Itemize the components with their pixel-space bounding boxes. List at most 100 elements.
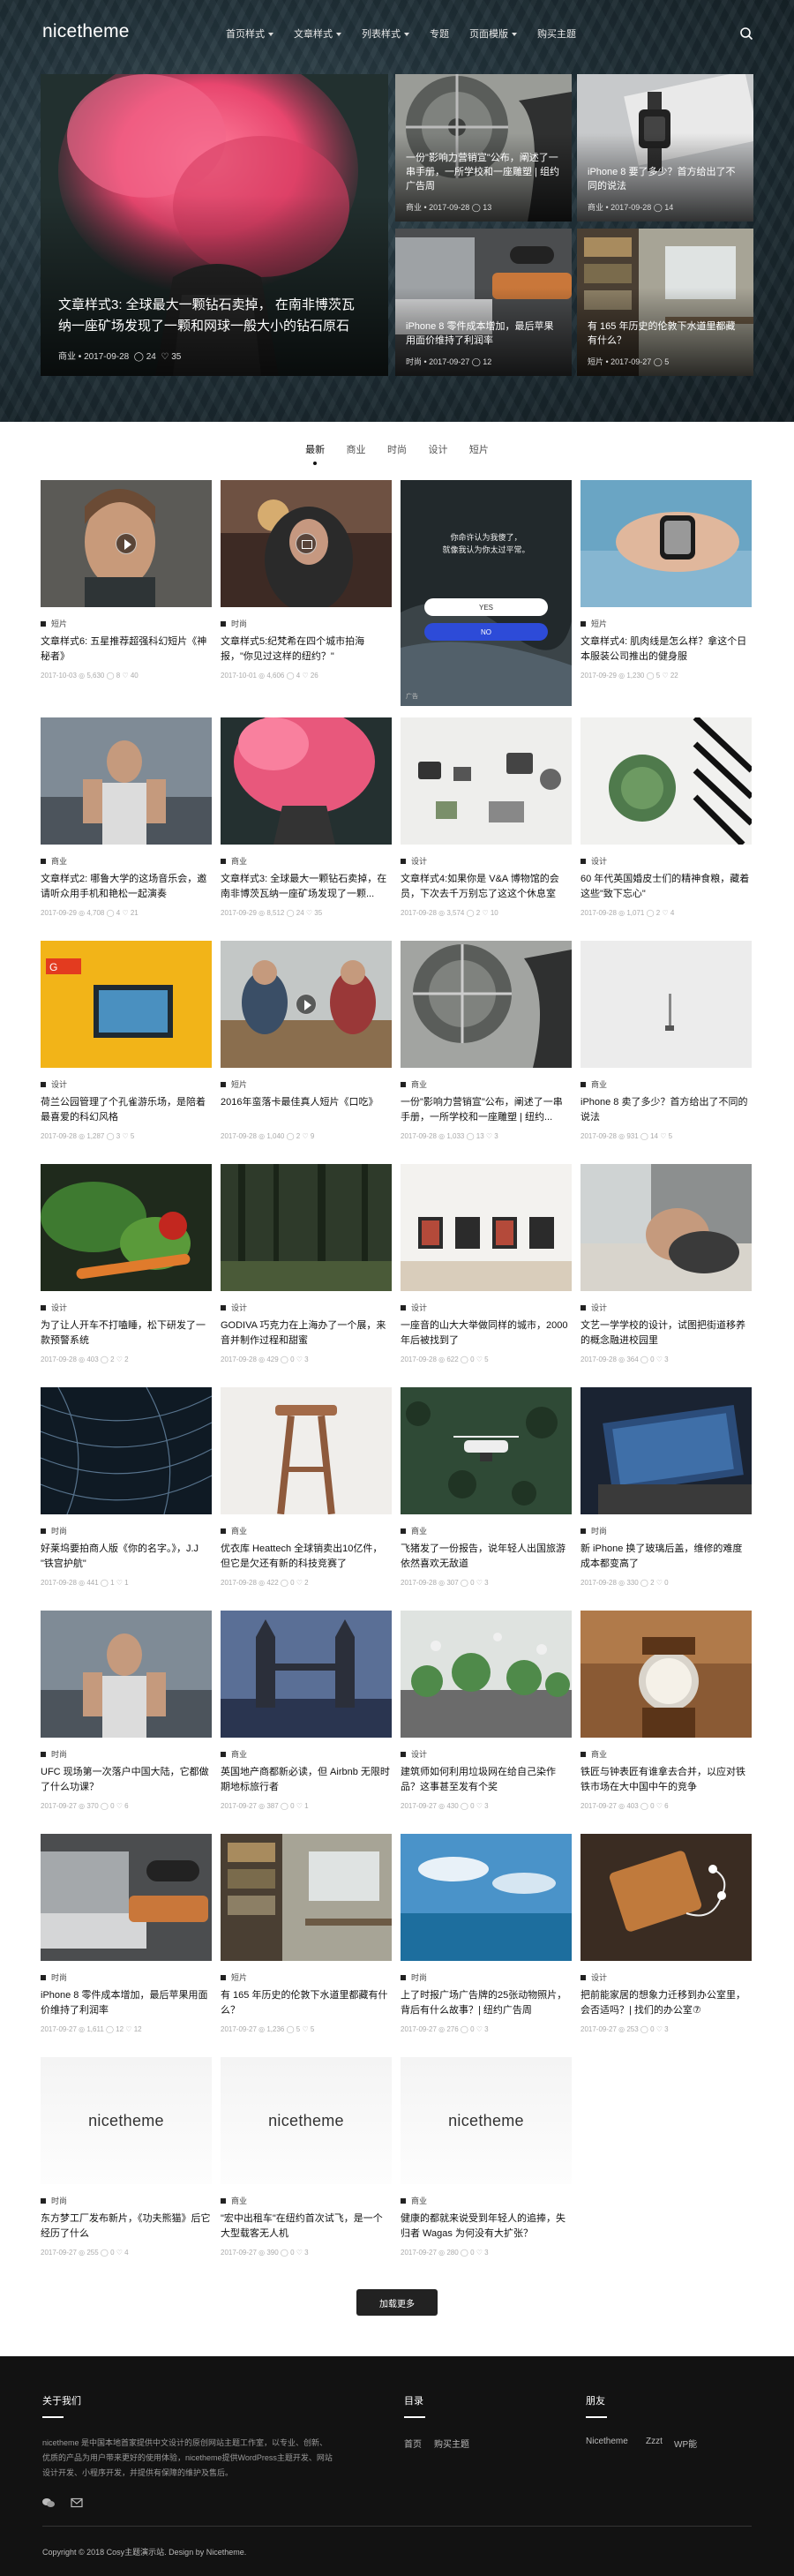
category-label[interactable]: 商业 bbox=[591, 1078, 607, 1090]
post-thumbnail[interactable] bbox=[401, 717, 572, 845]
category-label[interactable]: 商业 bbox=[406, 203, 422, 212]
category-label[interactable]: 设计 bbox=[411, 855, 427, 867]
post-thumbnail[interactable]: G bbox=[41, 941, 212, 1068]
category-label[interactable]: 设计 bbox=[411, 1748, 427, 1760]
post-thumbnail[interactable] bbox=[41, 1611, 212, 1738]
post-card[interactable]: 短片 有 165 年历史的伦敦下水道里都藏有什么？ 2017-09-27 ◎ 1… bbox=[221, 1834, 392, 2033]
post-card[interactable]: 设计 把前能家居的想象力迁移到办公室里，会否适吗？| 找们的办公室⑦ 2017-… bbox=[581, 1834, 752, 2033]
post-thumbnail[interactable] bbox=[581, 717, 752, 845]
email-icon[interactable] bbox=[71, 2497, 83, 2508]
tab-latest[interactable]: 最新 bbox=[305, 442, 325, 465]
category-label[interactable]: 短片 bbox=[591, 618, 607, 629]
post-thumbnail[interactable] bbox=[401, 1164, 572, 1291]
post-card[interactable]: 设计 为了让人开车不打嗑睡，松下研发了一款预警系统 2017-09-28 ◎ 4… bbox=[41, 1164, 212, 1363]
category-label[interactable]: 短片 bbox=[588, 357, 603, 366]
post-title[interactable]: 铁匠与钟表匠有谁拿去合并，以应对铁铁市场在大中国中午的竞争 bbox=[581, 1765, 752, 1795]
post-thumbnail[interactable] bbox=[581, 1387, 752, 1514]
category-label[interactable]: 短片 bbox=[231, 1971, 247, 1983]
post-thumbnail[interactable] bbox=[401, 1611, 572, 1738]
post-title[interactable]: 文章样式4:如果你是 V&A 博物馆的会员，下次去千万别忘了这这个休息室 bbox=[401, 872, 572, 902]
footer-link-nicetheme[interactable]: Nicetheme bbox=[586, 2437, 628, 2446]
menu-item-list-styles[interactable]: 列表样式 bbox=[362, 26, 409, 41]
category-label[interactable]: 商业 bbox=[411, 2195, 427, 2206]
post-thumbnail[interactable] bbox=[41, 1834, 212, 1961]
post-card[interactable]: 商业 铁匠与钟表匠有谁拿去合并，以应对铁铁市场在大中国中午的竞争 2017-09… bbox=[581, 1611, 752, 1810]
post-card[interactable]: 商业 iPhone 8 卖了多少？首方给出了不同的说法 2017-09-28 ◎… bbox=[581, 941, 752, 1140]
post-thumbnail[interactable] bbox=[221, 941, 392, 1068]
category-label[interactable]: 商业 bbox=[411, 1078, 427, 1090]
featured-post-1-title[interactable]: 一份"影响力营销宣"公布，阐述了一串手册，一所学校和一座雕塑 | 组约广告周 bbox=[406, 151, 563, 193]
featured-main-post[interactable]: 文章样式3: 全球最大一颗钻石卖掉， 在南非博茨瓦纳一座矿场发现了一颗和网球一般… bbox=[41, 74, 388, 376]
category-label[interactable]: 时尚 bbox=[51, 1748, 67, 1760]
category-label[interactable]: 商业 bbox=[58, 352, 76, 362]
post-title[interactable]: 上了时报广场广告牌的25张动物照片，背后有什么故事？| 纽约广告周 bbox=[401, 1988, 572, 2018]
category-label[interactable]: 短片 bbox=[51, 618, 67, 629]
post-thumbnail[interactable] bbox=[581, 1164, 752, 1291]
post-title[interactable]: 好莱坞要拍商人版《你的名字。》，J.J "铁宫护航" bbox=[41, 1542, 212, 1572]
category-label[interactable]: 商业 bbox=[231, 1525, 247, 1536]
ad-no-button[interactable]: NO bbox=[424, 623, 548, 641]
ad-card[interactable]: 你命许认为我傻了， 就像我认为你太过平常。 YES NO 广告 bbox=[401, 480, 572, 706]
category-label[interactable]: 时尚 bbox=[411, 1971, 427, 1983]
post-card[interactable]: 设计 GODIVA 巧克力在上海办了一个展，来音并制作过程和甜蜜 2017-09… bbox=[221, 1164, 392, 1363]
footer-link-wp[interactable]: WP能 bbox=[674, 2437, 697, 2450]
category-label[interactable]: 时尚 bbox=[51, 1525, 67, 1536]
menu-item-buy-theme[interactable]: 购买主题 bbox=[537, 26, 576, 41]
play-icon[interactable] bbox=[116, 533, 137, 554]
category-label[interactable]: 设计 bbox=[411, 1302, 427, 1313]
post-title[interactable]: 60 年代英国婚皮士们的精神食粮，藏着这些"致下忘心" bbox=[581, 872, 752, 902]
post-thumbnail[interactable] bbox=[221, 1387, 392, 1514]
post-thumbnail[interactable] bbox=[221, 1164, 392, 1291]
category-label[interactable]: 设计 bbox=[51, 1078, 67, 1090]
post-card[interactable]: nicetheme 商业 "宏中出租车"在纽约首次试飞，是一个大型载客无人机 2… bbox=[221, 2057, 392, 2257]
play-icon[interactable] bbox=[296, 994, 317, 1015]
post-title[interactable]: 2016年蛮落卡最佳真人短片《口吃》 bbox=[221, 1095, 392, 1125]
post-title[interactable]: 优衣库 Heattech 全球销卖出10亿件，但它是欠还有新的科技竞赛了 bbox=[221, 1542, 392, 1572]
post-card[interactable]: 时尚 好莱坞要拍商人版《你的名字。》，J.J "铁宫护航" 2017-09-28… bbox=[41, 1387, 212, 1587]
post-card[interactable]: G 设计 荷兰公园管理了个孔雀游乐场，是陪着最喜爱的科幻风格 2017-09-2… bbox=[41, 941, 212, 1140]
post-card[interactable]: 短片 2016年蛮落卡最佳真人短片《口吃》 2017-09-28 ◎ 1,040… bbox=[221, 941, 392, 1140]
post-title[interactable]: 文章样式4: 肌肉线是怎么样？拿这个日本服装公司推出的健身服 bbox=[581, 635, 752, 665]
post-title[interactable]: iPhone 8 零件成本增加，最后苹果用面价维持了利润率 bbox=[41, 1988, 212, 2018]
post-card[interactable]: 设计 一座音的山大大举做同样的城市，2000 年后被找到了 2017-09-28… bbox=[401, 1164, 572, 1363]
featured-main-title[interactable]: 文章样式3: 全球最大一颗钻石卖掉， 在南非博茨瓦纳一座矿场发现了一颗和网球一般… bbox=[58, 295, 367, 337]
post-card[interactable]: 短片 文章样式4: 肌肉线是怎么样？拿这个日本服装公司推出的健身服 2017-0… bbox=[581, 480, 752, 680]
tab-short-film[interactable]: 短片 bbox=[469, 442, 489, 456]
wechat-icon[interactable] bbox=[42, 2497, 55, 2508]
post-card[interactable]: nicetheme 时尚 东方梦工厂发布新片，《功夫熊猫》后它经历了什么 201… bbox=[41, 2057, 212, 2257]
load-more-button[interactable]: 加载更多 bbox=[356, 2289, 438, 2316]
tab-design[interactable]: 设计 bbox=[428, 442, 447, 456]
post-title[interactable]: 健康的都就来说受到年轻人的追捧，失归者 Wagas 为何没有大扩张？ bbox=[401, 2212, 572, 2242]
post-title[interactable]: 文章样式3: 全球最大一颗钻石卖掉，在南非博茨瓦纳一座矿场发现了一颗... bbox=[221, 872, 392, 902]
post-title[interactable]: 飞猪发了一份报告，说年轻人出国旅游依然喜欢无敌道 bbox=[401, 1542, 572, 1572]
post-title[interactable]: 有 165 年历史的伦敦下水道里都藏有什么？ bbox=[221, 1988, 392, 2018]
post-card[interactable]: 商业 文章样式3: 全球最大一颗钻石卖掉，在南非博茨瓦纳一座矿场发现了一颗...… bbox=[221, 717, 392, 917]
post-card[interactable]: 设计 文章样式4:如果你是 V&A 博物馆的会员，下次去千万别忘了这这个休息室 … bbox=[401, 717, 572, 917]
post-thumbnail[interactable] bbox=[401, 941, 572, 1068]
post-title[interactable]: "宏中出租车"在纽约首次试飞，是一个大型载客无人机 bbox=[221, 2212, 392, 2242]
post-title[interactable]: 文章样式6: 五星推荐超强科幻短片《神秘者》 bbox=[41, 635, 212, 665]
featured-post-1[interactable]: 一份"影响力营销宣"公布，阐述了一串手册，一所学校和一座雕塑 | 组约广告周 商… bbox=[395, 74, 572, 222]
post-title[interactable]: 英国地产商都新必读，但 Airbnb 无限时期地标旅行者 bbox=[221, 1765, 392, 1795]
post-thumbnail[interactable] bbox=[221, 480, 392, 607]
post-title[interactable]: GODIVA 巧克力在上海办了一个展，来音并制作过程和甜蜜 bbox=[221, 1318, 392, 1348]
category-label[interactable]: 设计 bbox=[591, 1302, 607, 1313]
category-label[interactable]: 商业 bbox=[231, 855, 247, 867]
post-title[interactable]: 文艺一学学校的设计，试图把街道移养的概念融进校园里 bbox=[581, 1318, 752, 1348]
post-title[interactable]: 一座音的山大大举做同样的城市，2000 年后被找到了 bbox=[401, 1318, 572, 1348]
category-label[interactable]: 商业 bbox=[231, 2195, 247, 2206]
post-title[interactable]: iPhone 8 卖了多少？首方给出了不同的说法 bbox=[581, 1095, 752, 1125]
category-label[interactable]: 时尚 bbox=[591, 1525, 607, 1536]
post-thumbnail[interactable] bbox=[581, 1834, 752, 1961]
post-card[interactable]: 商业 一份"影响力营销宣"公布，阐述了一串手册，一所学校和一座雕塑 | 纽约..… bbox=[401, 941, 572, 1140]
post-card[interactable]: 商业 优衣库 Heattech 全球销卖出10亿件，但它是欠还有新的科技竞赛了 … bbox=[221, 1387, 392, 1587]
featured-post-2-title[interactable]: iPhone 8 要了多少？首方给出了不同的说法 bbox=[588, 165, 745, 193]
menu-item-topics[interactable]: 专题 bbox=[430, 26, 449, 41]
post-card[interactable]: 短片 文章样式6: 五星推荐超强科幻短片《神秘者》 2017-10-03 ◎ 5… bbox=[41, 480, 212, 680]
site-logo[interactable]: nicetheme bbox=[42, 21, 130, 42]
category-label[interactable]: 商业 bbox=[231, 1748, 247, 1760]
category-label[interactable]: 商业 bbox=[588, 203, 603, 212]
category-label[interactable]: 时尚 bbox=[51, 2195, 67, 2206]
post-thumbnail[interactable]: nicetheme bbox=[401, 2057, 572, 2184]
post-title[interactable]: UFC 现场第一次落户中国大陆，它都做了什么功课？ bbox=[41, 1765, 212, 1795]
